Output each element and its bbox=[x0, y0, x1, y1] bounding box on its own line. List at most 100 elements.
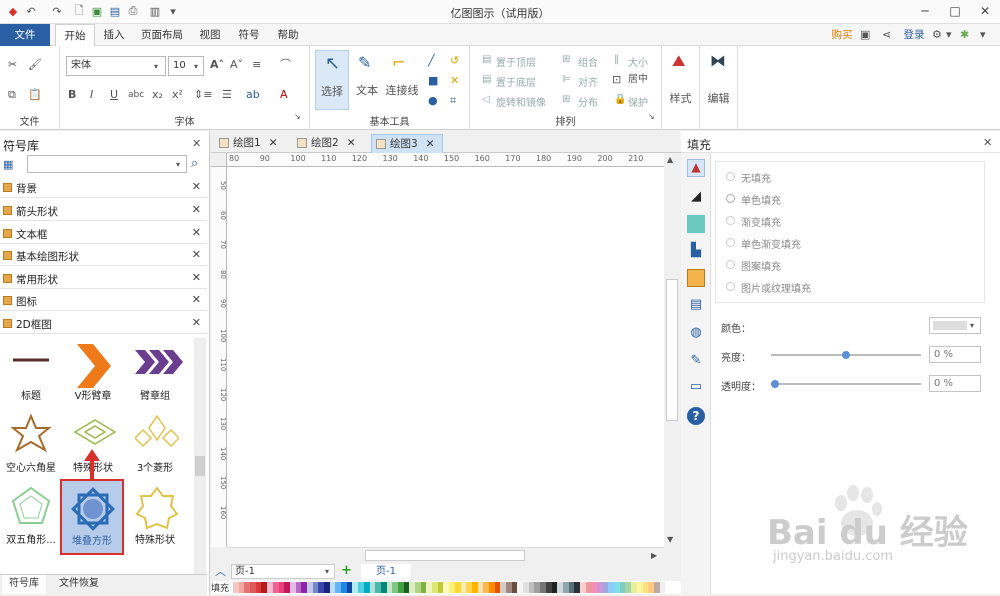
strikethrough-icon[interactable]: abc bbox=[128, 88, 144, 102]
shape-special-2[interactable]: 特殊形状 bbox=[124, 482, 186, 548]
arc-icon[interactable]: ↺ bbox=[450, 54, 459, 68]
style-button[interactable]: ⛰ 样式 bbox=[662, 46, 700, 130]
shape-double-pentagon[interactable]: 双五角形... bbox=[0, 482, 62, 548]
transparency-slider[interactable] bbox=[771, 380, 921, 388]
line-style-icon[interactable]: ◢ bbox=[687, 189, 705, 207]
doc-tab-2[interactable]: 绘图2 ✕ bbox=[293, 134, 363, 153]
copy-icon[interactable]: ⧉ bbox=[8, 88, 16, 102]
radio-no-fill[interactable] bbox=[726, 172, 735, 181]
tab-help[interactable]: 帮助 bbox=[273, 24, 303, 46]
cut-icon[interactable]: ✂ bbox=[8, 58, 17, 72]
to-top-button[interactable]: 置于顶层 bbox=[496, 54, 536, 69]
color-picker[interactable]: ▾ bbox=[929, 317, 981, 334]
chevron-up-icon[interactable]: ︿ bbox=[215, 565, 226, 579]
globe-icon[interactable]: ◍ bbox=[687, 325, 705, 343]
category-arrows[interactable]: 箭头形状 ✕ bbox=[0, 201, 207, 221]
close-icon[interactable]: ✕ bbox=[192, 180, 201, 193]
page-tab[interactable]: 页-1 bbox=[361, 564, 411, 580]
bullets-icon[interactable]: ☰ bbox=[222, 88, 232, 102]
shape-chevron-group[interactable]: 臂章组 bbox=[124, 338, 186, 404]
grow-font-icon[interactable]: A˄ bbox=[210, 58, 224, 72]
cross-icon[interactable]: ✕ bbox=[450, 74, 459, 88]
buy-link[interactable]: 购买 bbox=[828, 24, 856, 46]
bold-icon[interactable]: B bbox=[68, 88, 76, 102]
comment-icon[interactable]: ▭ bbox=[687, 379, 705, 397]
paste-icon[interactable]: 📋 bbox=[28, 88, 42, 102]
select-tool-button[interactable]: ↖ 选择 bbox=[315, 50, 349, 110]
to-bottom-button[interactable]: 置于底层 bbox=[496, 74, 536, 89]
share-icon[interactable]: ⋖ bbox=[882, 28, 891, 42]
scroll-right-icon[interactable]: ▶ bbox=[651, 549, 657, 563]
radio-solid-fill[interactable] bbox=[726, 194, 735, 203]
protect-button[interactable]: 保护 bbox=[628, 94, 648, 109]
drawing-canvas[interactable] bbox=[227, 167, 664, 547]
close-window-button[interactable]: ✕ bbox=[974, 2, 996, 20]
curve-icon[interactable]: ⌒ bbox=[280, 58, 291, 72]
close-icon[interactable]: ✕ bbox=[192, 203, 201, 216]
library-menu-icon[interactable]: ▦ bbox=[3, 158, 13, 172]
canvas-vertical-scrollbar[interactable]: ▲ ▼ bbox=[664, 153, 680, 547]
page-select[interactable]: 页-1 bbox=[231, 564, 335, 579]
close-icon[interactable]: ✕ bbox=[192, 293, 201, 306]
vertical-scroll-thumb[interactable] bbox=[666, 279, 678, 421]
scroll-down-icon[interactable]: ▼ bbox=[667, 533, 673, 547]
settings-icon[interactable]: ⚙ bbox=[932, 28, 942, 42]
tab-file-recovery[interactable]: 文件恢复 bbox=[54, 575, 104, 594]
font-size-select[interactable]: 10 bbox=[168, 56, 204, 76]
category-textbox[interactable]: 文本框 ✕ bbox=[0, 224, 207, 244]
shape-three-diamonds[interactable]: 3个菱形 bbox=[124, 410, 186, 476]
search-icon[interactable]: ⌕ bbox=[191, 157, 198, 171]
close-icon[interactable]: ✕ bbox=[192, 137, 201, 151]
library-scrollbar[interactable] bbox=[194, 338, 206, 574]
shrink-font-icon[interactable]: A˅ bbox=[230, 58, 243, 72]
rectangle-icon[interactable]: ■ bbox=[428, 74, 438, 88]
tab-insert[interactable]: 插入 bbox=[98, 24, 130, 46]
italic-icon[interactable]: I bbox=[90, 88, 93, 102]
image-icon[interactable]: ▙ bbox=[687, 243, 705, 261]
horizontal-scroll-thumb[interactable] bbox=[365, 550, 525, 561]
ellipse-icon[interactable]: ● bbox=[428, 94, 438, 108]
category-common-shapes[interactable]: 常用形状 ✕ bbox=[0, 269, 207, 289]
canvas-horizontal-scrollbar[interactable]: ▶ bbox=[227, 547, 664, 563]
help-icon[interactable]: ? bbox=[687, 407, 705, 425]
minimize-button[interactable]: ─ bbox=[914, 2, 936, 20]
category-background[interactable]: 背景 ✕ bbox=[0, 178, 207, 198]
tab-view[interactable]: 视图 bbox=[195, 24, 225, 46]
text-tool-button[interactable]: ✎ 文本 bbox=[352, 50, 382, 110]
shape-title[interactable]: 标题 bbox=[0, 338, 62, 404]
layers-icon[interactable] bbox=[687, 269, 705, 287]
category-icons[interactable]: 图标 ✕ bbox=[0, 291, 207, 311]
close-icon[interactable]: ✕ bbox=[983, 136, 992, 150]
brightness-thumb[interactable] bbox=[842, 351, 850, 359]
chevron-down-icon[interactable]: ▾ bbox=[946, 28, 952, 42]
align-button[interactable]: 对齐 bbox=[578, 74, 598, 89]
transparency-thumb[interactable] bbox=[771, 380, 779, 388]
color-swatches[interactable] bbox=[233, 582, 673, 593]
edit-button[interactable]: ⧓ 编辑 bbox=[700, 46, 738, 130]
radio-picture-fill[interactable] bbox=[726, 282, 735, 291]
crop-icon[interactable]: ⌗ bbox=[450, 94, 456, 108]
radio-solid-gradient-fill[interactable] bbox=[726, 238, 735, 247]
close-icon[interactable]: ✕ bbox=[347, 137, 356, 149]
shape-hollow-hexagram[interactable]: 空心六角星 bbox=[0, 410, 62, 476]
file-tab[interactable]: 文件 bbox=[0, 24, 50, 46]
page-icon[interactable]: ▤ bbox=[687, 297, 705, 315]
align-icon[interactable]: ≡ bbox=[252, 58, 261, 72]
edit-document-icon[interactable]: ✎ bbox=[687, 353, 705, 371]
skin-icon[interactable]: ✱ bbox=[960, 28, 969, 42]
close-icon[interactable]: ✕ bbox=[426, 138, 435, 150]
line-spacing-icon[interactable]: ⇕≡ bbox=[194, 88, 212, 102]
tab-page-layout[interactable]: 页面布局 bbox=[136, 24, 188, 46]
color-swatch[interactable] bbox=[659, 582, 666, 593]
superscript-icon[interactable]: x² bbox=[172, 88, 183, 102]
distribute-button[interactable]: 分布 bbox=[578, 94, 598, 109]
tab-start[interactable]: 开始 bbox=[55, 24, 95, 47]
size-button[interactable]: 大小 bbox=[628, 54, 648, 69]
close-icon[interactable]: ✕ bbox=[192, 271, 201, 284]
rotate-button[interactable]: 旋转和镜像 bbox=[496, 94, 546, 109]
format-painter-icon[interactable]: 🖌 bbox=[28, 58, 42, 72]
shadow-icon[interactable] bbox=[687, 215, 705, 233]
ribbon-collapse-icon[interactable]: ▾ bbox=[980, 28, 986, 42]
close-icon[interactable]: ✕ bbox=[269, 137, 278, 149]
shape-v-chevron[interactable]: V形臂章 bbox=[62, 338, 124, 404]
